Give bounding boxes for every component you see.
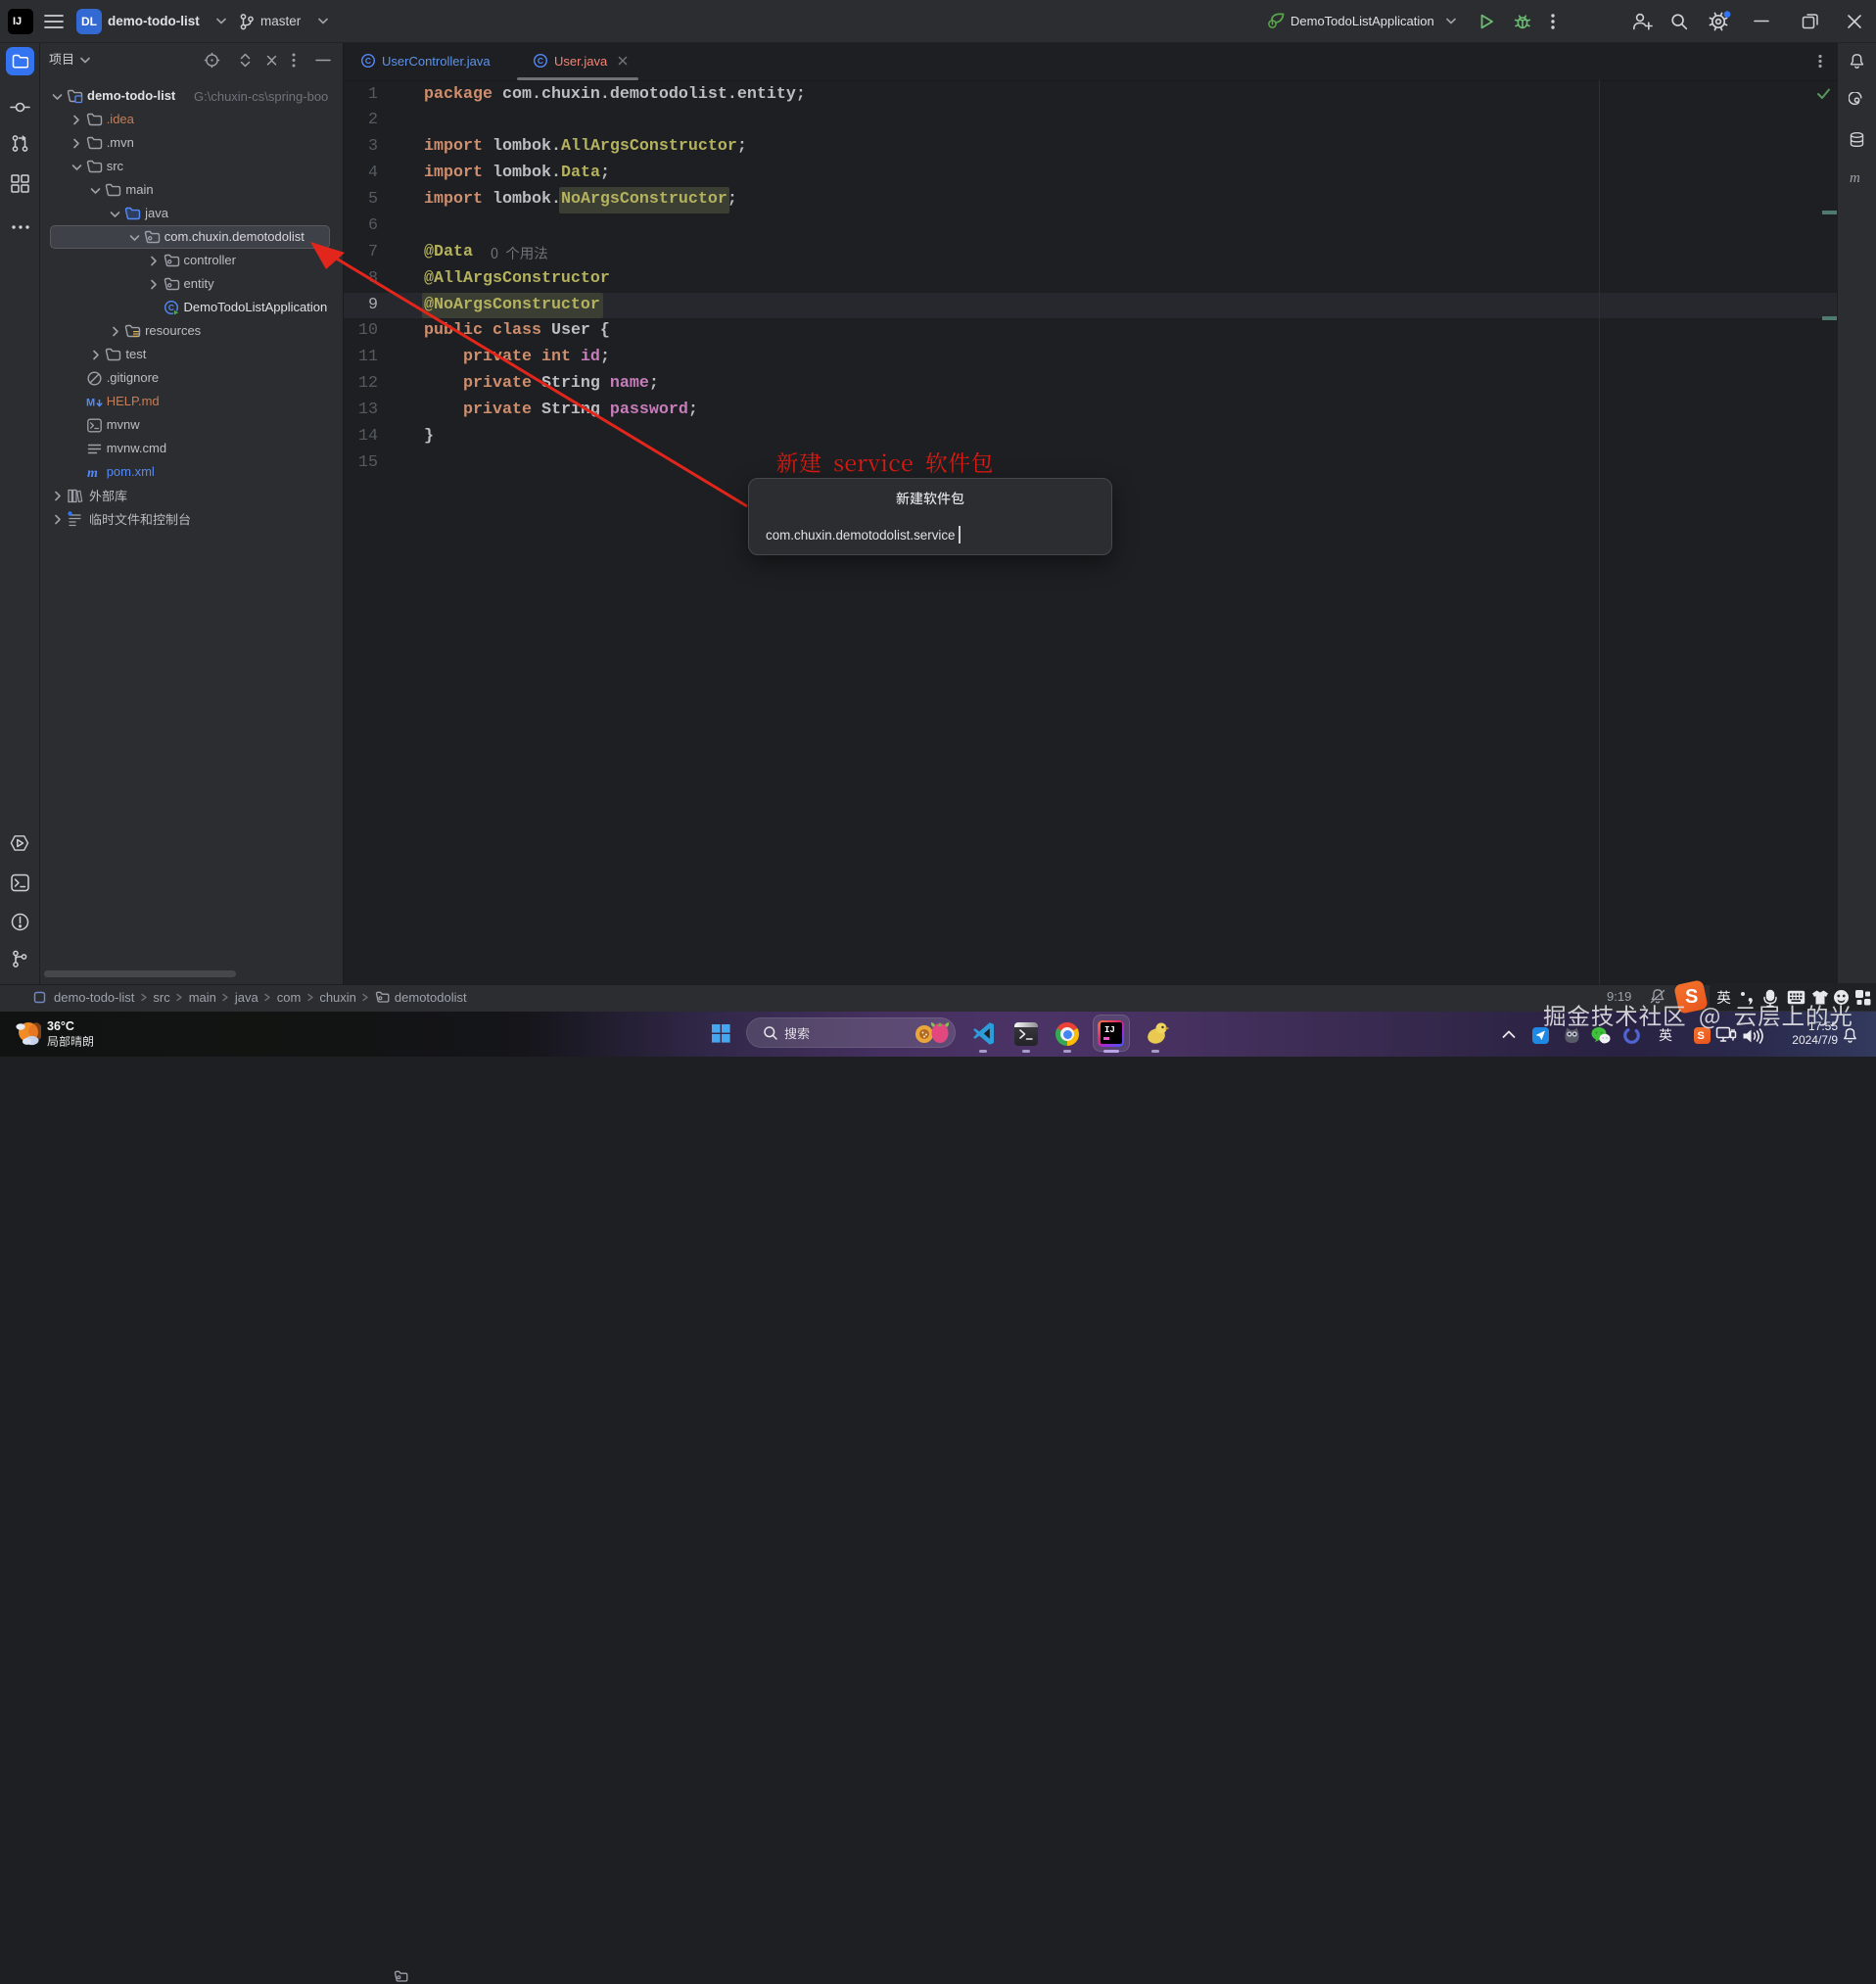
svg-text:m: m — [87, 466, 98, 481]
svg-text:C: C — [538, 56, 543, 66]
svg-text:M: M — [86, 398, 95, 409]
svg-text:C: C — [365, 56, 371, 66]
